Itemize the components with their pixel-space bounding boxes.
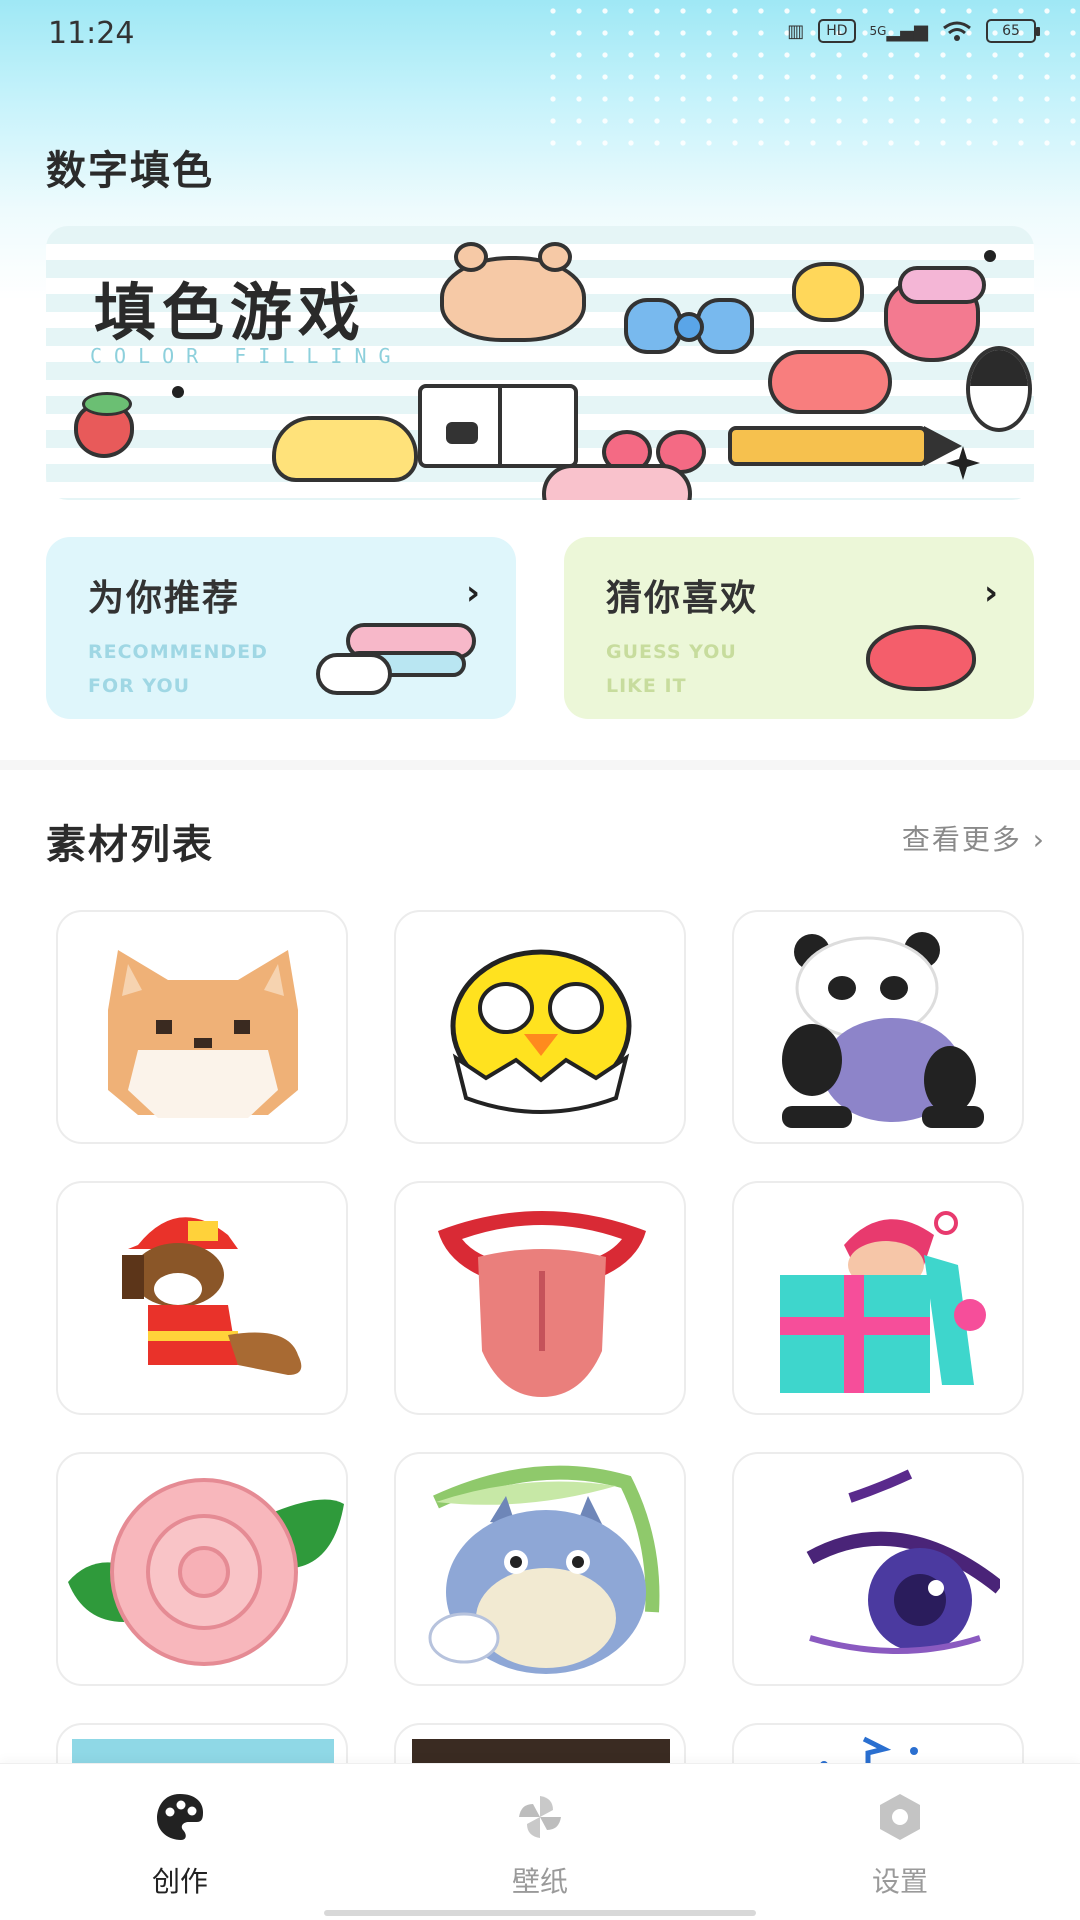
section-divider <box>0 760 1080 770</box>
guess-you-like-card[interactable]: 猜你喜欢 GUESS YOU LIKE IT › <box>564 537 1034 719</box>
recommended-card[interactable]: 为你推荐 RECOMMENDED FOR YOU › <box>46 537 516 719</box>
material-tile-gift[interactable] <box>732 1181 1024 1415</box>
paw-icon <box>984 250 996 262</box>
material-tile-cat[interactable] <box>56 910 348 1144</box>
rose-pixel-art <box>68 1478 344 1666</box>
pinwheel-icon <box>519 1796 561 1838</box>
strawberry-sticker <box>74 392 134 458</box>
banner-title: 填色游戏 <box>94 276 367 349</box>
nav-settings-label: 设置 <box>871 1865 928 1898</box>
status-bar: 11:24 ▥ HD 5G ▂▄▆ 65 <box>0 0 1080 70</box>
status-icons: ▥ HD 5G ▂▄▆ 65 <box>787 18 1040 44</box>
battery-icon: 65 <box>986 19 1040 43</box>
recommended-title: 为你推荐 <box>88 578 241 619</box>
nav-wallpaper-label: 壁纸 <box>511 1865 568 1898</box>
bow-sticker <box>624 298 754 358</box>
guess-title: 猜你喜欢 <box>606 578 759 619</box>
material-tile-firefighter-dog[interactable] <box>56 1181 348 1415</box>
app-screen: 11:24 ▥ HD 5G ▂▄▆ 65 数字填色 填色游戏 COLOR FILL… <box>0 0 1080 1920</box>
gift-pixel-art <box>780 1211 986 1393</box>
guess-subtitle: GUESS YOU LIKE IT <box>606 641 737 697</box>
vibrate-icon: ▥ <box>787 20 805 42</box>
rainbow-icon <box>316 623 478 695</box>
pig-sticker <box>542 464 692 500</box>
material-tile-totoro[interactable] <box>394 1452 686 1686</box>
cat-pixel-art <box>108 950 298 1118</box>
network-type: 5G <box>869 24 887 38</box>
materials-title: 素材列表 <box>46 822 214 868</box>
flower-sticker <box>792 262 864 322</box>
bottom-nav: 创作 壁纸 设置 <box>0 1763 1080 1920</box>
material-tile-tongue[interactable] <box>394 1181 686 1415</box>
dog-pixel-art <box>122 1217 302 1389</box>
nav-create-label: 创作 <box>151 1865 208 1898</box>
eye-pixel-art <box>806 1469 1000 1654</box>
nav-wallpaper[interactable]: 壁纸 <box>360 1764 720 1920</box>
nav-settings[interactable]: 设置 <box>720 1764 1080 1920</box>
recommended-subtitle: RECOMMENDED FOR YOU <box>88 641 268 697</box>
hd-icon: HD <box>818 19 856 43</box>
paw-icon <box>172 386 184 398</box>
bear-sticker <box>440 242 586 342</box>
home-indicator[interactable] <box>324 1910 756 1916</box>
material-tile-chick[interactable] <box>394 910 686 1144</box>
panda-pixel-art <box>782 932 984 1128</box>
totoro-pixel-art <box>428 1465 660 1674</box>
pencil-sticker <box>728 426 962 466</box>
page-title: 数字填色 <box>46 148 214 194</box>
egg-sticker <box>966 346 1032 432</box>
banner-subtitle: COLOR FILLING <box>90 344 403 368</box>
material-tile-rose[interactable] <box>56 1452 348 1686</box>
chick-pixel-art <box>450 949 632 1114</box>
chevron-right-icon: › <box>983 573 998 613</box>
view-more-link[interactable]: 查看更多 › <box>902 818 1046 858</box>
chevron-right-icon: › <box>465 573 480 613</box>
material-tile-eye[interactable] <box>732 1452 1024 1686</box>
nav-create[interactable]: 创作 <box>0 1764 360 1920</box>
status-time: 11:24 <box>48 16 135 51</box>
sparkle-icon <box>946 446 980 480</box>
signal-icon: 5G ▂▄▆ <box>869 20 928 42</box>
heart-icon <box>866 625 976 691</box>
tongue-pixel-art <box>438 1211 646 1397</box>
jar-sticker <box>884 266 986 362</box>
material-tile-panda[interactable] <box>732 910 1024 1144</box>
settings-icon <box>880 1794 920 1840</box>
cat-sticker <box>272 416 418 482</box>
book-sticker <box>418 384 578 468</box>
macaron-sticker <box>768 350 892 414</box>
wifi-icon <box>942 18 972 44</box>
color-game-banner[interactable]: 填色游戏 COLOR FILLING <box>46 226 1034 500</box>
palette-icon <box>157 1794 203 1840</box>
